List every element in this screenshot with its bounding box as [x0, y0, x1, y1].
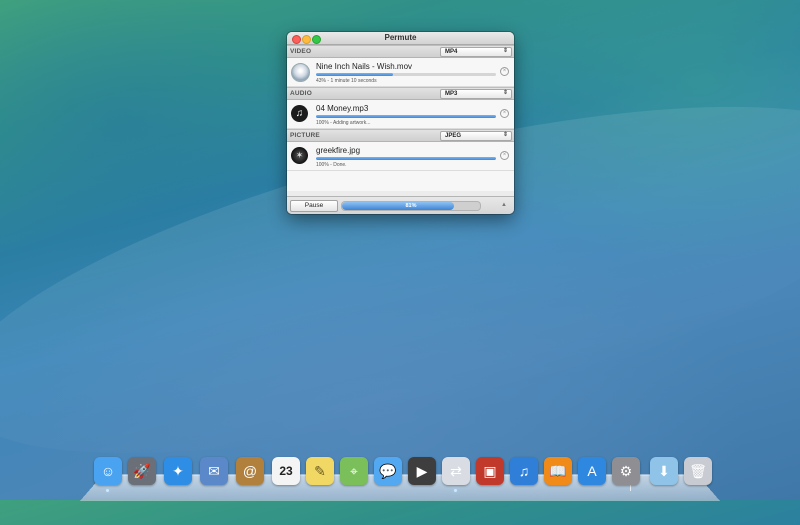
- section-header-picture: PICTURE JPEG ⇕: [287, 129, 514, 142]
- section-header-video: VIDEO MP4 ⇕: [287, 45, 514, 58]
- select-value: MP4: [445, 49, 458, 55]
- progress-bar: [316, 73, 496, 76]
- window-titlebar[interactable]: Permute: [287, 32, 514, 45]
- progress-bar: [316, 157, 496, 160]
- status-text: 43% - 1 minute 10 seconds: [316, 78, 377, 84]
- total-progress-bar: 81%: [341, 201, 481, 211]
- file-name: greekfire.jpg: [316, 146, 361, 155]
- chevron-updown-icon: ⇕: [502, 90, 508, 96]
- list-item[interactable]: ♫ 04 Money.mp3 100% - Adding artwork... …: [287, 100, 514, 129]
- status-text: 100% - Adding artwork...: [316, 120, 371, 126]
- maps-icon[interactable]: ⌖: [340, 457, 368, 485]
- dock: ☺ 🚀 ✦ ✉ @23 ✎ ⌖ 💬 ▶ ⇄ ▣ ♫ 📖 A ⚙ ⬇ 🗑: [94, 457, 714, 497]
- section-label: AUDIO: [290, 90, 312, 97]
- video-format-select[interactable]: MP4 ⇕: [440, 47, 512, 57]
- calendar-icon[interactable]: 23: [272, 457, 300, 485]
- running-indicator: [454, 489, 457, 492]
- finder-icon[interactable]: ☺: [94, 457, 122, 485]
- cancel-icon[interactable]: ×: [500, 151, 509, 160]
- file-name: 04 Money.mp3: [316, 104, 369, 113]
- music-note-icon: ♫: [291, 105, 308, 122]
- status-text: 100% - Done.: [316, 162, 347, 168]
- chevron-updown-icon: ⇕: [502, 48, 508, 54]
- empty-list-area: [287, 171, 514, 191]
- cancel-icon[interactable]: ×: [500, 109, 509, 118]
- system-preferences-icon[interactable]: ⚙: [612, 457, 640, 485]
- select-value: JPEG: [445, 133, 462, 139]
- messages-icon[interactable]: 💬: [374, 457, 402, 485]
- app-store-icon[interactable]: A: [578, 457, 606, 485]
- permute-icon[interactable]: ⇄: [442, 457, 470, 485]
- pause-button[interactable]: Pause: [290, 200, 338, 212]
- image-thumbnail-icon: ✶: [291, 147, 308, 164]
- downloads-folder-icon[interactable]: ⬇: [650, 457, 678, 485]
- photo-booth-icon[interactable]: ▣: [476, 457, 504, 485]
- total-progress-label: 81%: [405, 203, 417, 209]
- launchpad-icon[interactable]: 🚀: [128, 457, 156, 485]
- list-item[interactable]: ✶ greekfire.jpg 100% - Done. ×: [287, 142, 514, 171]
- chevron-up-icon[interactable]: ▲: [499, 201, 509, 210]
- section-header-audio: AUDIO MP3 ⇕: [287, 87, 514, 100]
- section-label: VIDEO: [290, 48, 312, 55]
- ibooks-icon[interactable]: 📖: [544, 457, 572, 485]
- notes-icon[interactable]: ✎: [306, 457, 334, 485]
- running-indicator: [106, 489, 109, 492]
- contacts-icon[interactable]: @: [236, 457, 264, 485]
- audio-format-select[interactable]: MP3 ⇕: [440, 89, 512, 99]
- select-value: MP3: [445, 91, 458, 97]
- safari-icon[interactable]: ✦: [164, 457, 192, 485]
- itunes-icon[interactable]: ♫: [510, 457, 538, 485]
- picture-format-select[interactable]: JPEG ⇕: [440, 131, 512, 141]
- window-footer: Pause 81% ▲: [287, 196, 514, 214]
- cancel-icon[interactable]: ×: [500, 67, 509, 76]
- section-label: PICTURE: [290, 132, 320, 139]
- video-disc-icon: [291, 63, 310, 82]
- chevron-updown-icon: ⇕: [502, 132, 508, 138]
- permute-window: Permute VIDEO MP4 ⇕ Nine Inch Nails - Wi…: [287, 32, 514, 214]
- facetime-icon[interactable]: ▶: [408, 457, 436, 485]
- list-item[interactable]: Nine Inch Nails - Wish.mov 43% - 1 minut…: [287, 58, 514, 87]
- file-name: Nine Inch Nails - Wish.mov: [316, 62, 413, 71]
- mail-icon[interactable]: ✉: [200, 457, 228, 485]
- trash-icon[interactable]: 🗑: [684, 457, 712, 485]
- window-title: Permute: [384, 33, 417, 42]
- progress-bar: [316, 115, 496, 118]
